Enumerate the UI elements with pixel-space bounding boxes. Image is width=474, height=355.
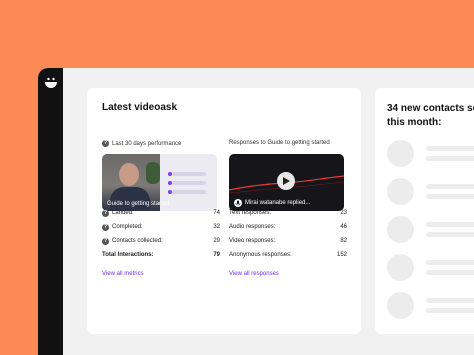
latest-videoask-card: Latest videoask ? Last 30 days performan…: [87, 88, 361, 334]
metric-row: ? Contacts collected: 29: [102, 234, 220, 248]
contact-placeholder: [387, 292, 474, 320]
performance-subtitle: ? Last 30 days performance: [102, 140, 181, 147]
presenter-face: [119, 163, 139, 186]
question-icon[interactable]: ?: [102, 140, 109, 147]
response-label: Audio responses:: [229, 224, 276, 230]
metric-row: ? Completed: 32: [102, 220, 220, 234]
contact-placeholder: [387, 140, 474, 168]
text-placeholder: [426, 232, 474, 237]
responses-list: Text responses: 23 Audio responses: 46 V…: [229, 206, 347, 262]
text-placeholder: [426, 308, 474, 313]
total-row: Total Interactions: 79: [102, 248, 220, 262]
text-placeholder: [426, 184, 474, 189]
app-window: Latest videoask ? Last 30 days performan…: [38, 68, 474, 355]
question-icon[interactable]: ?: [102, 237, 109, 245]
text-placeholder: [426, 298, 474, 303]
metric-label: Landed:: [112, 210, 134, 216]
contacts-card: 34 new contacts so far this month:: [375, 88, 474, 334]
metrics-list: ? Landed: 74 ? Completed: 32 ? Contacts col…: [102, 206, 220, 262]
response-row: Audio responses: 46: [229, 220, 347, 234]
option-bar: [168, 190, 206, 194]
card-title: Latest videoask: [102, 102, 178, 113]
response-label: Text responses:: [229, 210, 272, 216]
avatar-placeholder: [387, 216, 414, 243]
response-thumbnail[interactable]: Mirai watanabe replied...: [229, 154, 344, 211]
response-value: 152: [336, 252, 347, 258]
view-all-responses-link[interactable]: View all responses: [229, 271, 279, 277]
text-placeholder: [426, 194, 474, 199]
text-placeholder: [426, 156, 474, 161]
metric-value: 32: [213, 224, 220, 230]
metric-label: Contacts collected:: [112, 238, 163, 244]
avatar-placeholder: [387, 140, 414, 167]
play-icon: [282, 177, 290, 185]
plant: [146, 162, 160, 184]
response-value: 23: [340, 210, 347, 216]
text-placeholder: [426, 222, 474, 227]
question-icon[interactable]: ?: [102, 209, 109, 217]
play-button[interactable]: [277, 172, 295, 190]
response-label: Video responses:: [229, 238, 276, 244]
performance-subtitle-text: Last 30 days performance: [112, 140, 182, 147]
contact-placeholder: [387, 178, 474, 206]
text-placeholder: [426, 270, 474, 275]
avatar-placeholder: [387, 178, 414, 205]
response-value: 46: [340, 224, 347, 230]
contacts-title: 34 new contacts so far this month:: [387, 103, 474, 128]
metric-label: Completed:: [112, 224, 143, 230]
smiley-logo-icon[interactable]: [44, 76, 58, 90]
text-placeholder: [426, 146, 474, 151]
metric-row: ? Landed: 74: [102, 206, 220, 220]
sidebar-rail: [38, 68, 63, 355]
contact-placeholder: [387, 254, 474, 282]
contact-placeholder: [387, 216, 474, 244]
metric-value: 29: [213, 238, 220, 244]
total-label: Total Interactions:: [102, 252, 154, 258]
view-all-metrics-link[interactable]: View all metrics: [102, 271, 144, 277]
avatar-placeholder: [387, 254, 414, 281]
total-value: 79: [213, 252, 220, 258]
question-icon[interactable]: ?: [102, 223, 109, 231]
avatar-placeholder: [387, 292, 414, 319]
option-bar: [168, 172, 206, 176]
response-row: Text responses: 23: [229, 206, 347, 220]
option-bar: [168, 181, 206, 185]
response-label: Anonymous responses:: [229, 252, 292, 258]
text-placeholder: [426, 260, 474, 265]
videoask-thumbnail[interactable]: Guide to getting started: [102, 154, 217, 211]
response-row: Anonymous responses: 152: [229, 248, 347, 262]
response-row: Video responses: 82: [229, 234, 347, 248]
responses-subtitle: Responses to Guide to getting started: [229, 140, 330, 146]
metric-value: 74: [213, 210, 220, 216]
response-value: 82: [340, 238, 347, 244]
